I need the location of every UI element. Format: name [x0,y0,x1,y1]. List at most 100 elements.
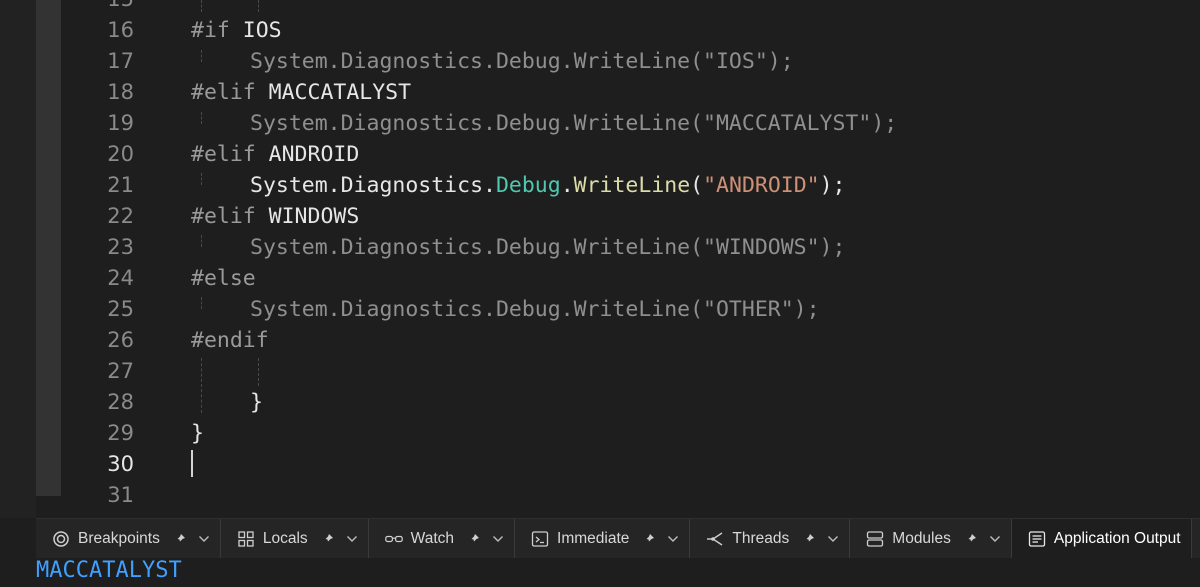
chevron-down-icon[interactable] [667,535,679,543]
locals-icon [237,530,255,548]
code-line[interactable]: 17 System.Diagnostics.Debug.WriteLine("IO… [0,46,1200,77]
indent-guide [201,112,202,124]
pin-icon[interactable] [322,533,334,545]
code-text[interactable]: #else [191,263,256,294]
code-text[interactable]: #elif MACCATALYST [191,77,411,108]
code-line[interactable]: 16 #if IOS [0,15,1200,46]
tab-label: Immediate [557,530,630,547]
code-line[interactable]: 30 [0,449,1200,480]
watch-icon [384,530,403,548]
code-token: #endif [191,328,269,353]
line-number: 19 [107,111,134,135]
line-number: 15 [62,0,134,15]
code-token: IOS [242,18,282,43]
tab-threads[interactable]: Threads [690,519,851,559]
code-text[interactable]: } [250,387,263,418]
tab-label: Application Output [1053,530,1181,547]
line-number: 17 [107,49,134,73]
tab-application-output[interactable]: Application Output [1011,519,1192,559]
code-text[interactable]: #elif WINDOWS [191,201,359,232]
output-text: MACCATALYST [36,558,182,583]
code-line[interactable]: 23 System.Diagnostics.Debug.WriteLine("WI… [0,232,1200,263]
code-line[interactable]: 31 [0,480,1200,511]
chevron-down-icon[interactable] [198,535,210,543]
tab-label: Locals [262,530,308,547]
line-number: 24 [107,266,134,290]
pin-icon[interactable] [965,533,977,545]
code-token: WINDOWS [268,204,360,229]
code-text[interactable]: System.Diagnostics.Debug.WriteLine("OTHE… [250,294,820,325]
code-token: Diagnostics [340,173,484,198]
code-text[interactable]: #elif ANDROID [191,139,359,170]
pin-icon[interactable] [468,533,480,545]
tab-label: Breakpoints [78,530,160,547]
indent-guide [201,50,202,62]
line-number: 28 [107,390,134,414]
code-token: #elif [191,204,269,229]
code-token: Debug [495,173,561,198]
chevron-down-icon[interactable] [989,535,1001,543]
code-line[interactable]: 29} [0,418,1200,449]
tab-modules[interactable]: Modules [850,519,1012,559]
code-token: #if [191,18,243,43]
text-caret [191,450,193,477]
pin-icon[interactable] [643,533,655,545]
chevron-down-icon[interactable] [346,535,358,543]
code-line[interactable]: 20 #elif ANDROID [0,139,1200,170]
code-text[interactable]: #endif [191,325,269,356]
code-token: ( [690,173,704,198]
code-token: } [191,421,204,446]
indent-guide [258,358,259,386]
code-line[interactable]: 18 #elif MACCATALYST [0,77,1200,108]
code-token: System.Diagnostics.Debug.WriteLine("WIND… [250,235,846,260]
tab-immediate[interactable]: Immediate [515,519,691,559]
line-number: 30 [107,452,134,476]
code-token: #else [191,266,256,291]
immediate-icon [531,530,549,548]
tab-breakpoints[interactable]: Breakpoints [36,519,221,559]
tab-watch[interactable]: Watch [369,519,516,559]
code-text[interactable]: #if IOS [191,15,282,46]
debug-panel-tabs: Breakpoints Locals Watch Immediate Threads Mo… [36,518,1200,559]
code-text[interactable]: } [191,418,204,449]
code-line[interactable]: 22 #elif WINDOWS [0,201,1200,232]
code-line[interactable]: 21 System.Diagnostics.Debug.WriteLine("AN… [0,170,1200,201]
application-output-icon [1028,530,1046,548]
pin-icon[interactable] [803,533,815,545]
line-number: 27 [107,359,134,383]
line-number: 29 [107,421,134,445]
code-line[interactable]: 26 #endif [0,325,1200,356]
tab-label: Threads [732,530,790,547]
code-line[interactable]: 25 System.Diagnostics.Debug.WriteLine("OT… [0,294,1200,325]
chevron-down-icon[interactable] [827,535,839,543]
indent-guide [201,358,202,413]
pin-icon[interactable] [174,533,186,545]
code-text[interactable]: System.Diagnostics.Debug.WriteLine("WIND… [250,232,845,263]
indent-guide [201,173,202,185]
code-line[interactable]: 24 #else [0,263,1200,294]
code-token: System.Diagnostics.Debug.WriteLine("MACC… [250,111,898,136]
line-number: 25 [107,297,134,321]
code-line[interactable]: 15 [0,0,1200,15]
code-line[interactable]: 27 [0,356,1200,387]
line-number: 20 [107,142,134,166]
code-editor[interactable]: 1516#if IOS 17 System.Diagnostics.Debug.Wr… [0,0,1200,518]
line-number: 18 [107,80,134,104]
code-line[interactable]: 28} [0,387,1200,418]
code-token: MACCATALYST [268,80,412,105]
code-text[interactable]: System.Diagnostics.Debug.WriteLine("IOS"… [250,46,794,77]
tab-locals[interactable]: Locals [221,519,369,559]
code-token: System.Diagnostics.Debug.WriteLine("OTHE… [250,297,820,322]
code-token: } [250,390,263,415]
indent-guide [258,0,259,12]
modules-icon [866,530,884,548]
code-line[interactable]: 19 System.Diagnostics.Debug.WriteLine("MA… [0,108,1200,139]
code-text[interactable]: System.Diagnostics.Debug.WriteLine("ANDR… [250,170,846,201]
code-token: . [560,173,574,198]
chevron-down-icon[interactable] [492,535,504,543]
indent-guide [201,0,202,12]
code-text[interactable]: System.Diagnostics.Debug.WriteLine("MACC… [250,108,897,139]
line-number: 26 [107,328,134,352]
code-token: ); [819,173,846,198]
application-output-pane[interactable]: MACCATALYST [36,558,1200,587]
